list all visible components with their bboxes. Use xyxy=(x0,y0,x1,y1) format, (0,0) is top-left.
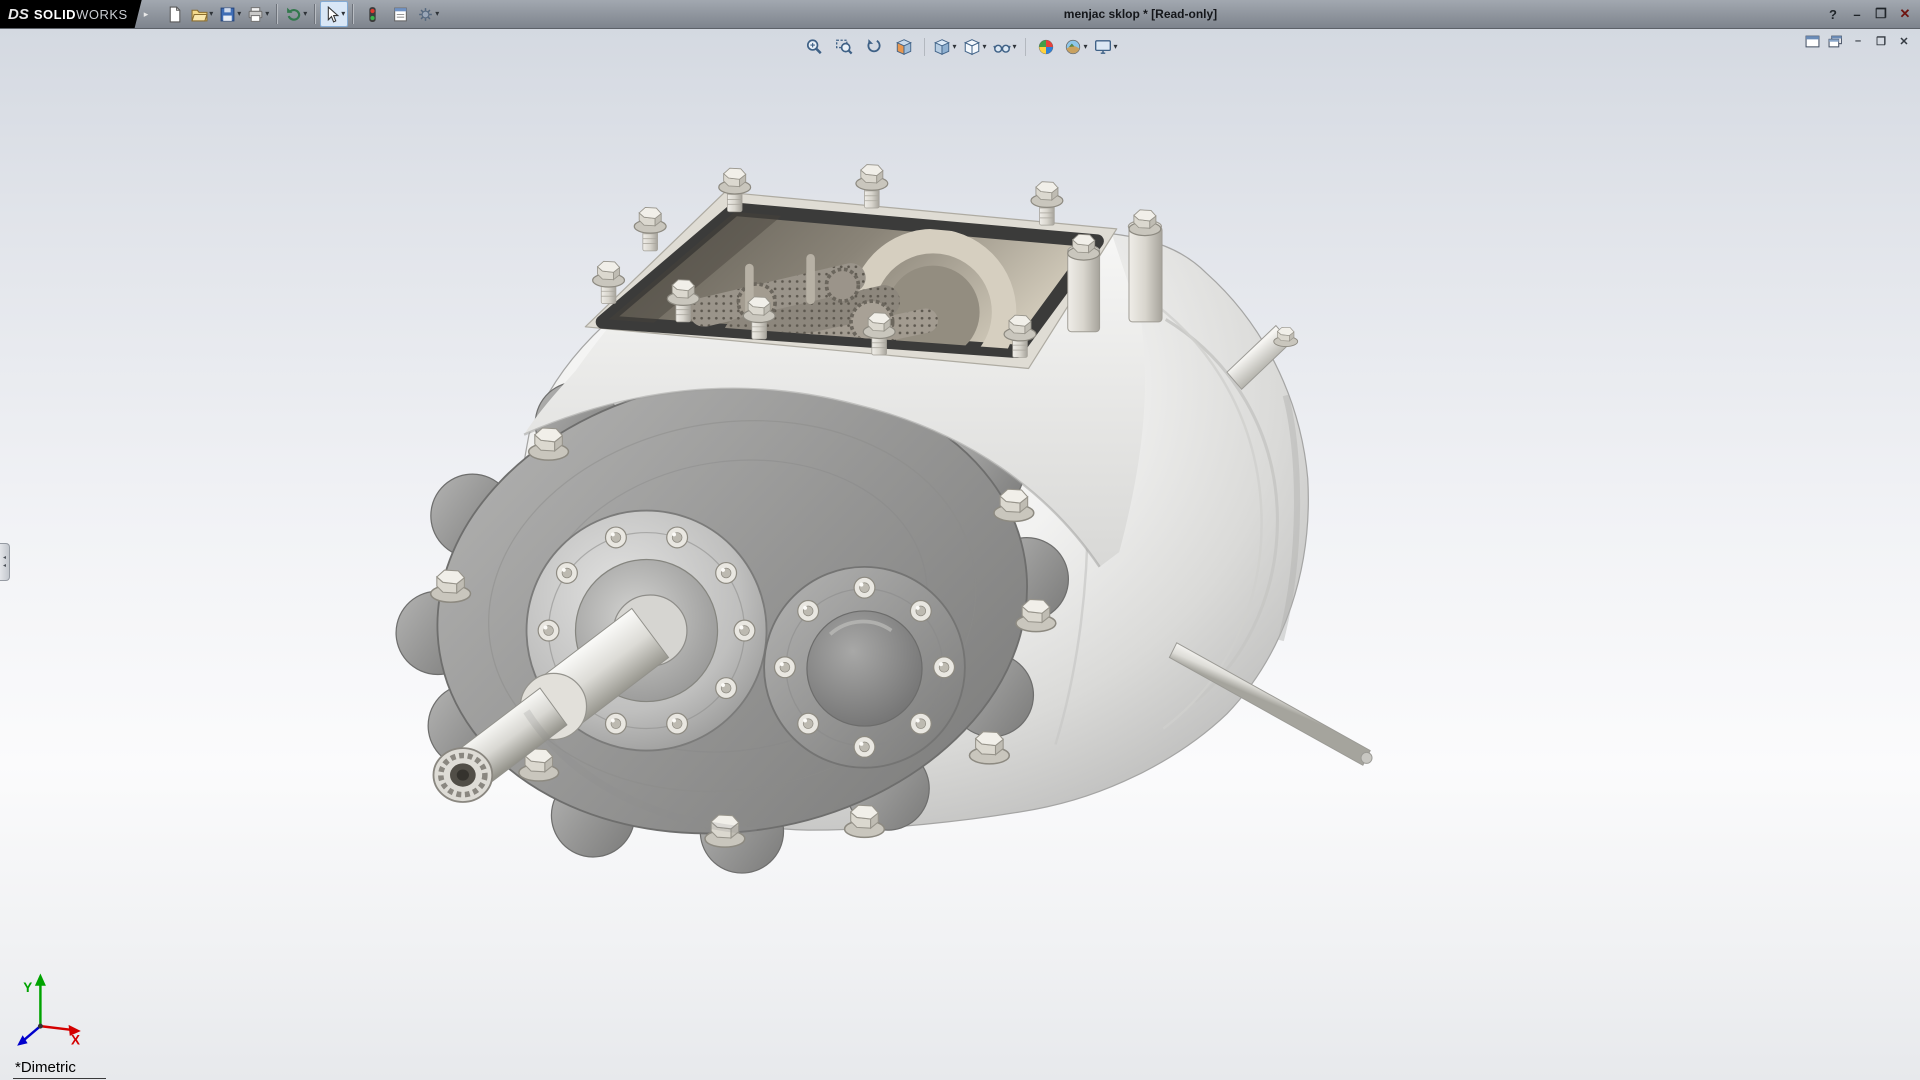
orientation-triad: Y X xyxy=(17,973,81,1047)
main-toolbar: ▾ ▾ ▾ ▾ ▾ ▾ xyxy=(160,1,442,27)
dropdown-arrow-icon[interactable]: ▾ xyxy=(1083,43,1087,51)
logo-ds-icon: DS xyxy=(8,6,29,23)
window-icon xyxy=(1805,35,1820,48)
doc-close-button[interactable]: ✕ xyxy=(1894,32,1914,50)
dropdown-arrow-icon[interactable]: ▾ xyxy=(1113,43,1117,51)
print-button[interactable]: ▾ xyxy=(244,1,272,27)
doc-restore-button[interactable]: ❐ xyxy=(1871,32,1891,50)
dropdown-arrow-icon[interactable]: ▾ xyxy=(303,10,307,18)
dropdown-arrow-icon[interactable]: ▾ xyxy=(982,43,986,51)
glasses-icon xyxy=(993,38,1011,56)
dropdown-arrow-icon[interactable]: ▾ xyxy=(341,10,345,18)
collapse-arrow-icon: ◂ xyxy=(3,563,6,569)
document-title: menjac sklop * [Read-only] xyxy=(1064,7,1217,21)
dropdown-arrow-icon[interactable]: ▾ xyxy=(1012,43,1016,51)
doc-minimize-button[interactable]: – xyxy=(1848,32,1868,50)
open-folder-icon xyxy=(191,6,208,23)
save-button[interactable]: ▾ xyxy=(216,1,244,27)
window-arrange-button[interactable] xyxy=(1825,32,1845,50)
toolbar-separator xyxy=(1025,38,1026,56)
view-orientation-icon xyxy=(933,38,951,56)
triad-y-label: Y xyxy=(23,980,32,995)
hide-show-items-button[interactable]: ▾ xyxy=(991,33,1019,60)
brand-works: WORKS xyxy=(76,7,128,22)
view-settings-button[interactable]: ▾ xyxy=(1092,33,1120,60)
window-select-button[interactable] xyxy=(1802,32,1822,50)
view-orientation-label: *Dimetric xyxy=(13,1059,106,1079)
cover-plate[interactable] xyxy=(764,567,965,768)
select-button[interactable]: ▾ xyxy=(320,1,348,27)
toolbar-separator xyxy=(352,4,354,24)
brand-solid: SOLID xyxy=(34,7,76,22)
graphics-viewport[interactable]: Y X ▾ ▾ xyxy=(0,28,1920,1080)
logo-arrow-icon: ▸ xyxy=(144,9,149,20)
view-settings-icon xyxy=(1094,38,1112,56)
minimize-button[interactable]: – xyxy=(1846,4,1868,24)
dropdown-arrow-icon[interactable]: ▾ xyxy=(435,10,439,18)
window-controls: ? – ❐ ✕ xyxy=(1822,0,1916,28)
dropdown-arrow-icon[interactable]: ▾ xyxy=(237,10,241,18)
open-button[interactable]: ▾ xyxy=(188,1,216,27)
solidworks-logo: DS SOLID WORKS xyxy=(0,0,142,28)
undo-arrow-icon xyxy=(285,6,302,23)
dropdown-arrow-icon[interactable]: ▾ xyxy=(952,43,956,51)
help-button[interactable]: ? xyxy=(1822,4,1844,24)
new-document-icon xyxy=(166,6,183,23)
edit-appearance-button[interactable] xyxy=(1032,33,1060,60)
cascade-windows-icon xyxy=(1828,35,1843,48)
previous-view-button[interactable] xyxy=(860,33,888,60)
display-style-icon xyxy=(963,38,981,56)
titlebar: DS SOLID WORKS ▸ ▾ ▾ ▾ ▾ ▾ xyxy=(0,0,1920,29)
options-gear-icon xyxy=(417,6,434,23)
cursor-arrow-icon xyxy=(323,6,340,23)
new-button[interactable] xyxy=(160,1,188,27)
zoom-to-fit-icon xyxy=(805,38,823,56)
toolbar-separator xyxy=(924,38,925,56)
properties-button[interactable] xyxy=(386,1,414,27)
undo-button[interactable]: ▾ xyxy=(282,1,310,27)
stoplight-icon xyxy=(364,6,381,23)
appearance-ball-icon xyxy=(1037,38,1055,56)
apply-scene-button[interactable]: ▾ xyxy=(1062,33,1090,60)
toolbar-separator xyxy=(276,4,278,24)
previous-view-icon xyxy=(865,38,883,56)
collapse-arrow-icon: ◂ xyxy=(3,555,6,561)
section-view-button[interactable] xyxy=(890,33,918,60)
save-floppy-icon xyxy=(219,6,236,23)
section-view-icon xyxy=(895,38,913,56)
zoom-to-area-icon xyxy=(835,38,853,56)
zoom-to-fit-button[interactable] xyxy=(800,33,828,60)
stoplight-button[interactable] xyxy=(358,1,386,27)
close-button[interactable]: ✕ xyxy=(1894,4,1916,24)
properties-sheet-icon xyxy=(392,6,409,23)
printer-icon xyxy=(247,6,264,23)
spline-tip xyxy=(433,748,492,802)
display-style-button[interactable]: ▾ xyxy=(961,33,989,60)
heads-up-toolbar: ▾ ▾ ▾ ▾ ▾ xyxy=(794,31,1126,62)
toolbar-separator xyxy=(314,4,316,24)
triad-x-label: X xyxy=(71,1032,80,1047)
dropdown-arrow-icon[interactable]: ▾ xyxy=(265,10,269,18)
gearbox-3d-model[interactable]: Y X xyxy=(0,28,1920,1080)
options-button[interactable]: ▾ xyxy=(414,1,442,27)
restore-button[interactable]: ❐ xyxy=(1870,4,1892,24)
panel-collapse-handle[interactable]: ◂ ◂ xyxy=(0,543,10,581)
view-orientation-button[interactable]: ▾ xyxy=(931,33,959,60)
solidworks-window: { "titlebar": { "logo": { "ds": "DS", "b… xyxy=(0,0,1920,1080)
scene-sphere-icon xyxy=(1064,38,1082,56)
zoom-to-area-button[interactable] xyxy=(830,33,858,60)
document-window-controls: – ❐ ✕ xyxy=(1802,32,1914,50)
dropdown-arrow-icon[interactable]: ▾ xyxy=(209,10,213,18)
